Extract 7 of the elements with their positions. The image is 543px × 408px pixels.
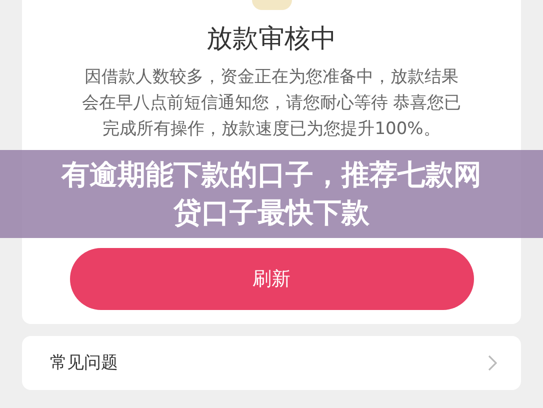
- refresh-button[interactable]: 刷新: [70, 248, 474, 310]
- status-title: 放款审核中: [206, 23, 336, 56]
- status-message: 因借款人数较多，资金正在为您准备中，放款结果会在早八点前短信通知您，请您耐心等待 恭喜您已完成所有操作，放款速度已为您提升100%。: [80, 66, 462, 141]
- chevron-right-icon: [487, 355, 497, 371]
- headline-title: 有逾期能下款的口子，推荐七款网贷口子最快下款: [62, 157, 482, 231]
- faq-row[interactable]: 常见问题: [22, 336, 521, 390]
- faq-label: 常见问题: [50, 352, 118, 374]
